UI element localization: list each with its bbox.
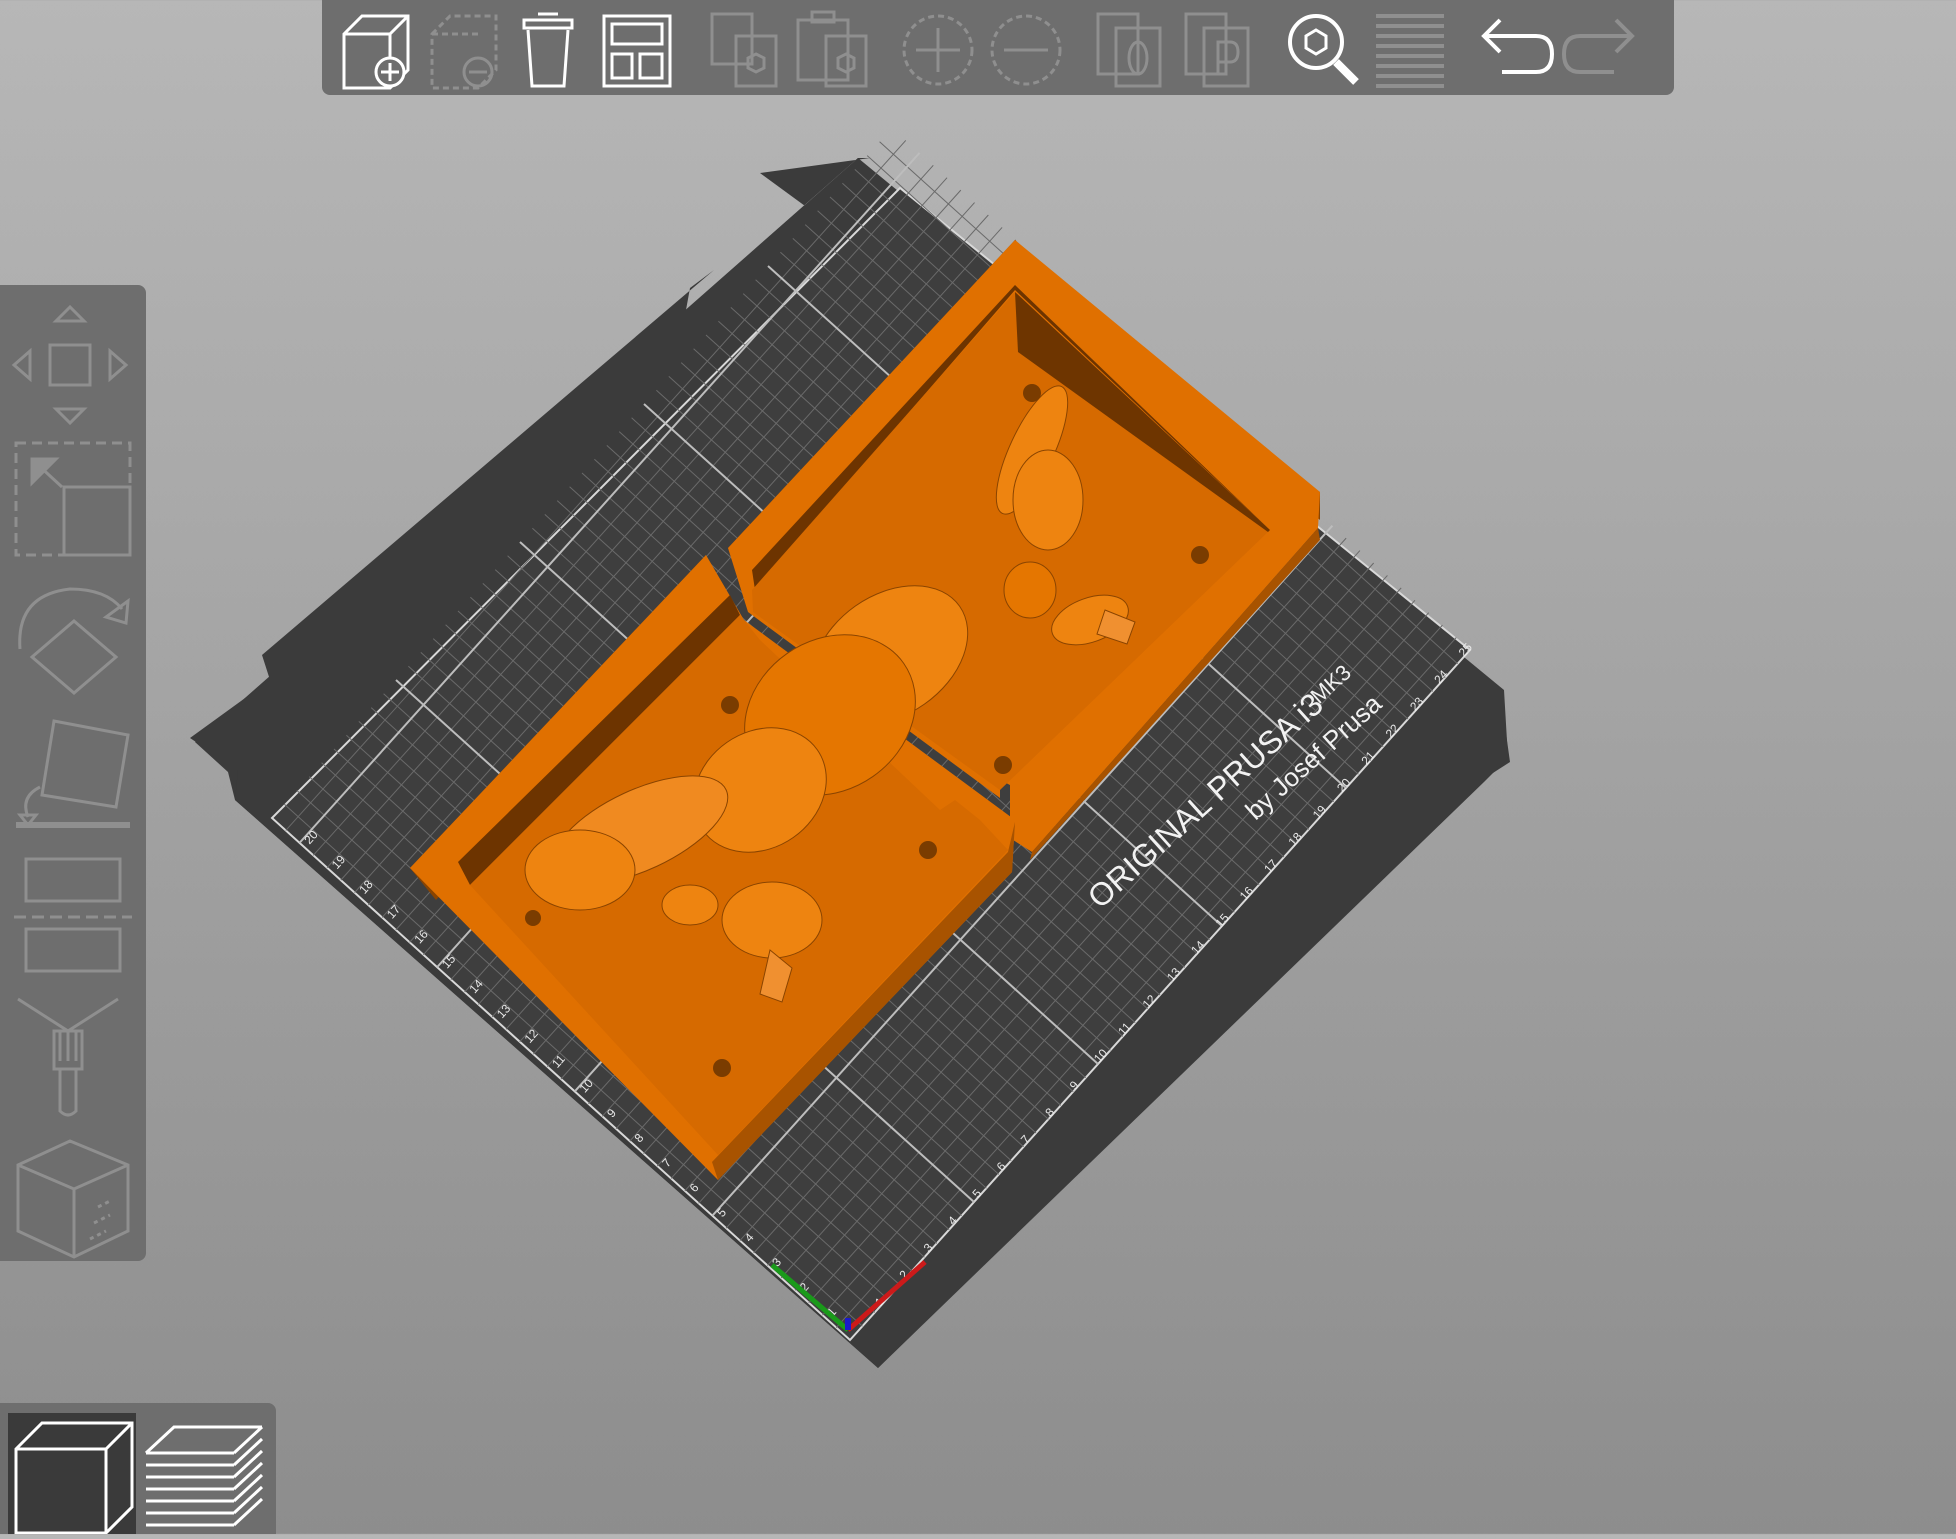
cut-icon [14, 857, 132, 973]
place-on-face-icon [16, 719, 130, 828]
preview-layers-icon [144, 1425, 264, 1527]
seam-painting-icon [16, 1139, 130, 1259]
top-toolbar [322, 0, 1674, 95]
paste-icon [796, 10, 868, 88]
copy-icon [710, 12, 778, 88]
delete-all-icon [522, 12, 574, 88]
search-icon [1288, 14, 1359, 85]
cut-tool-button[interactable] [6, 851, 140, 985]
add-instance-button[interactable] [896, 6, 980, 90]
split-to-objects-icon [1096, 12, 1162, 88]
split-to-parts-icon [1184, 12, 1250, 88]
scene-canvas[interactable]: 1234567891011121314151617181920212223242… [0, 0, 1956, 1534]
move-icon [11, 304, 129, 425]
3d-view-button[interactable] [8, 1413, 136, 1534]
3d-view-icon [14, 1421, 134, 1534]
rotate-tool-button[interactable] [6, 571, 140, 705]
paste-button[interactable] [790, 6, 874, 90]
remove-instance-button[interactable] [984, 6, 1068, 90]
copy-button[interactable] [702, 6, 786, 90]
undo-button[interactable] [1472, 6, 1556, 90]
redo-icon [1561, 18, 1635, 74]
3d-viewport[interactable]: 1234567891011121314151617181920212223242… [0, 0, 1956, 1534]
delete-object-button[interactable] [418, 6, 502, 90]
seam-painting-tool-button[interactable] [6, 1131, 140, 1265]
split-to-parts-button[interactable] [1176, 6, 1260, 90]
add-instance-icon [902, 14, 974, 86]
search-button[interactable] [1280, 6, 1364, 90]
redo-button[interactable] [1560, 6, 1644, 90]
arrange-icon [602, 14, 672, 88]
place-on-face-tool-button[interactable] [6, 711, 140, 845]
paint-supports-tool-button[interactable] [6, 991, 140, 1125]
remove-instance-icon [990, 14, 1062, 86]
add-object-icon [342, 14, 410, 90]
undo-icon [1481, 18, 1555, 74]
scale-tool-button[interactable] [6, 431, 140, 565]
left-toolbar [0, 285, 146, 1261]
rotate-icon [18, 587, 130, 695]
arrange-button[interactable] [594, 6, 678, 90]
delete-object-icon [430, 14, 498, 90]
layers-editing-icon [1376, 14, 1444, 88]
delete-all-button[interactable] [506, 6, 590, 90]
preview-button[interactable] [140, 1413, 268, 1534]
split-to-objects-button[interactable] [1088, 6, 1172, 90]
layers-editing-button[interactable] [1368, 6, 1452, 90]
paint-supports-icon [17, 997, 119, 1117]
add-object-button[interactable] [330, 6, 414, 90]
bottom-toolbar [0, 1403, 276, 1534]
scale-icon [14, 441, 132, 557]
move-tool-button[interactable] [6, 291, 140, 425]
